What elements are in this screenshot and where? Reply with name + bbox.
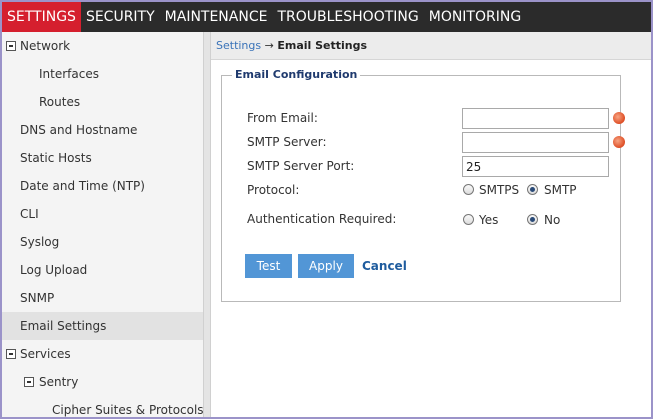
sidebar-item-static-hosts[interactable]: Static Hosts — [2, 144, 203, 172]
sidebar-item-label: Network — [20, 39, 71, 53]
auth-no-radio[interactable] — [527, 214, 538, 225]
auth-no-label[interactable]: No — [544, 213, 560, 227]
tab-security[interactable]: SECURITY — [81, 2, 160, 32]
smtp-port-label: SMTP Server Port: — [247, 159, 355, 173]
breadcrumb-arrow: → — [264, 39, 274, 52]
tab-maintenance[interactable]: MAINTENANCE — [160, 2, 273, 32]
top-nav: SETTINGS SECURITY MAINTENANCE TROUBLESHO… — [2, 2, 651, 32]
sidebar-item-label: Static Hosts — [20, 151, 92, 165]
main-content: Settings → Email Settings Email Configur… — [211, 32, 651, 417]
sidebar-item-dns-hostname[interactable]: DNS and Hostname — [2, 116, 203, 144]
email-config-fieldset: Email Configuration From Email: SMTP Ser… — [221, 68, 625, 302]
required-icon — [613, 112, 625, 124]
sidebar-item-services[interactable]: Services — [2, 340, 203, 368]
sidebar-item-label: Cipher Suites & Protocols — [52, 403, 204, 417]
sidebar-item-email-settings[interactable]: Email Settings — [2, 312, 203, 340]
smtp-server-input[interactable] — [462, 132, 609, 153]
sidebar-item-sentry[interactable]: Sentry — [2, 368, 203, 396]
auth-yes-label[interactable]: Yes — [479, 213, 498, 227]
sidebar-item-label: Log Upload — [20, 263, 88, 277]
collapse-icon[interactable] — [6, 349, 16, 359]
email-config-legend: Email Configuration — [232, 68, 361, 82]
sidebar-item-network[interactable]: Network — [2, 32, 203, 60]
protocol-smtp-radio[interactable] — [527, 184, 538, 195]
sidebar-item-label: Routes — [39, 95, 81, 109]
collapse-icon[interactable] — [6, 41, 16, 51]
auth-required-label: Authentication Required: — [247, 212, 397, 226]
sidebar-item-label: DNS and Hostname — [20, 123, 138, 137]
sidebar-item-interfaces[interactable]: Interfaces — [2, 60, 203, 88]
sidebar-item-label: Interfaces — [39, 67, 99, 81]
sidebar-item-date-time[interactable]: Date and Time (NTP) — [2, 172, 203, 200]
smtp-port-input[interactable] — [462, 156, 609, 177]
sidebar-item-cipher-suites[interactable]: Cipher Suites & Protocols — [2, 396, 204, 417]
protocol-smtp-label[interactable]: SMTP — [544, 183, 577, 197]
cancel-button[interactable]: Cancel — [362, 254, 407, 278]
smtp-server-label: SMTP Server: — [247, 135, 327, 149]
from-email-label: From Email: — [247, 111, 318, 125]
sidebar-item-label: Syslog — [20, 235, 60, 249]
tab-settings[interactable]: SETTINGS — [2, 2, 81, 32]
auth-yes-radio[interactable] — [463, 214, 474, 225]
sidebar-item-snmp[interactable]: SNMP — [2, 284, 203, 312]
collapse-icon[interactable] — [24, 377, 34, 387]
sidebar-item-label: Email Settings — [20, 319, 107, 333]
pane-splitter[interactable] — [203, 32, 211, 417]
breadcrumb-settings-link[interactable]: Settings — [216, 39, 261, 52]
protocol-label: Protocol: — [247, 183, 300, 197]
test-button[interactable]: Test — [245, 254, 292, 278]
apply-button[interactable]: Apply — [298, 254, 354, 278]
tab-troubleshooting[interactable]: TROUBLESHOOTING — [272, 2, 423, 32]
sidebar-item-label: SNMP — [20, 291, 55, 305]
sidebar-item-routes[interactable]: Routes — [2, 88, 203, 116]
app-window: SETTINGS SECURITY MAINTENANCE TROUBLESHO… — [0, 0, 653, 419]
sidebar-item-syslog[interactable]: Syslog — [2, 228, 203, 256]
sidebar-item-label: Date and Time (NTP) — [20, 179, 145, 193]
protocol-smtps-radio[interactable] — [463, 184, 474, 195]
sidebar-item-label: Sentry — [39, 375, 79, 389]
breadcrumb: Settings → Email Settings — [211, 32, 651, 60]
sidebar-item-label: CLI — [20, 207, 39, 221]
sidebar-item-label: Services — [20, 347, 71, 361]
from-email-input[interactable] — [462, 108, 609, 129]
breadcrumb-current: Email Settings — [277, 39, 368, 52]
tab-monitoring[interactable]: MONITORING — [424, 2, 526, 32]
protocol-smtps-label[interactable]: SMTPS — [479, 183, 519, 197]
sidebar: Network Interfaces Routes DNS and Hostna… — [2, 32, 204, 417]
required-icon — [613, 136, 625, 148]
sidebar-item-log-upload[interactable]: Log Upload — [2, 256, 203, 284]
sidebar-item-cli[interactable]: CLI — [2, 200, 203, 228]
